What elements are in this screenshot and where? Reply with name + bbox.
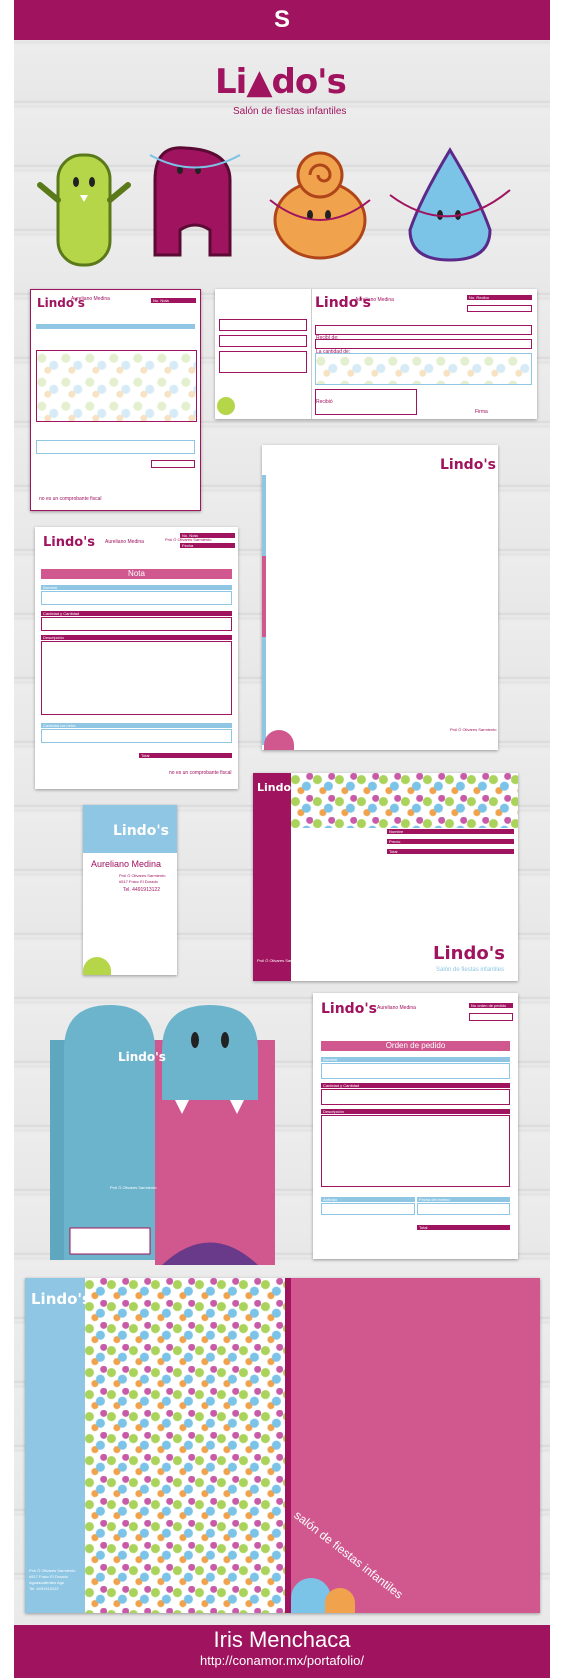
card-monster-icon bbox=[83, 957, 111, 975]
nombre-bar bbox=[36, 324, 195, 329]
nota-no-bar: No. Nota bbox=[180, 533, 235, 538]
recibi-de-box: Recibí de: bbox=[315, 325, 532, 341]
mascots-illustration bbox=[37, 146, 511, 267]
sleeve-tagline: Salón de fiestas infantiles bbox=[436, 967, 505, 973]
stub-divider bbox=[311, 289, 312, 419]
logo-wordmark: Li▲do's bbox=[215, 62, 347, 102]
orden-fecha-evento-box bbox=[417, 1203, 510, 1215]
nota-cantidad-bar: Cantidad y Cantidad bbox=[41, 611, 232, 616]
stub-field-2 bbox=[219, 335, 307, 347]
card-name: Aureliano Medina bbox=[91, 859, 162, 869]
sleeve-address: Pról Ó Olivares Sarmiento bbox=[257, 958, 304, 963]
nota-fecha-bar: Fecha bbox=[180, 543, 235, 548]
portfolio-link[interactable]: http://conamor.mx/portafolio/ bbox=[14, 1653, 550, 1669]
folder-monster-icon-2 bbox=[325, 1588, 355, 1613]
envelope-sleeve: Lindo's Pról Ó Olivares Sarmiento Nombre… bbox=[253, 773, 518, 981]
recibo-contact-name: Aureliano Medina bbox=[355, 297, 394, 303]
s-badge-icon: S bbox=[273, 6, 290, 33]
descripcion-box bbox=[36, 350, 197, 422]
folder-logo: Lindo's bbox=[31, 1290, 91, 1308]
folder-blue-panel bbox=[25, 1278, 85, 1613]
author-name: Iris Menchaca bbox=[213, 1627, 351, 1652]
nota-fiscal-note: no es un comprobante fiscal bbox=[169, 770, 232, 776]
letterhead-logo: Lindo's bbox=[440, 457, 496, 473]
main-logo: Li▲do's Salón de fiestas infantiles bbox=[215, 62, 355, 132]
sheet-contact-name: Aureliano Medina bbox=[71, 296, 110, 302]
footer-bar: Iris Menchaca http://conamor.mx/portafol… bbox=[14, 1625, 550, 1678]
firma-label: Firma bbox=[475, 409, 488, 415]
orange-monster-icon bbox=[269, 151, 371, 260]
business-card: Lindo's Aureliano Medina Pról Ó Olivares… bbox=[83, 805, 177, 975]
folder-spread: Lindo's Pról Ó Olivares Sarmiento #517 Fr… bbox=[25, 1278, 540, 1613]
orden-anticipo-box bbox=[321, 1203, 415, 1215]
envelope-address: Pról Ó Olivares Sarmiento bbox=[110, 1185, 157, 1190]
orden-total-bar: Total bbox=[417, 1225, 510, 1230]
nota-letra-bar: Cantidad con letra bbox=[41, 723, 232, 728]
sleeve-nombre-bar: Nombre bbox=[387, 829, 514, 834]
card-logo: Lindo's bbox=[113, 823, 169, 839]
blue-monster-icon bbox=[389, 147, 511, 262]
cantidad-letra-box bbox=[36, 440, 195, 454]
letterhead-sheet: Lindo's Pról Ó Olivares Sarmiento bbox=[262, 445, 498, 750]
orden-descripcion-bar: Descripción bbox=[321, 1109, 510, 1114]
nota-nombre-bar: Nombre bbox=[41, 585, 232, 590]
orden-fecha-evento-bar: Fecha del evento bbox=[417, 1197, 510, 1202]
green-monster-icon bbox=[37, 153, 131, 267]
top-bar: S bbox=[14, 0, 550, 40]
no-nota-bar: No. Nota bbox=[151, 298, 196, 303]
orden-title: Orden de pedido bbox=[321, 1041, 510, 1051]
letterhead-edge bbox=[262, 475, 266, 745]
recibo-sheet: Lindo's Aureliano Medina No. Recibo Reci… bbox=[215, 289, 537, 419]
orden-pedido-sheet: Lindo's Aureliano Medina No orden de ped… bbox=[313, 993, 518, 1259]
folder-address: Pról Ó Olivares Sarmiento #517 Fracc El D… bbox=[29, 1568, 76, 1591]
sleeve-total-bar: Total bbox=[387, 849, 514, 854]
nota-title: Nota bbox=[41, 569, 232, 579]
purple-monster-icon bbox=[149, 146, 241, 257]
monster-envelope bbox=[50, 1005, 275, 1265]
orden-logo: Lindo's bbox=[321, 1001, 377, 1017]
orden-no-bar: No orden de pedido bbox=[469, 1003, 513, 1008]
orden-cantidad-bar: Cantidad y Cantidad bbox=[321, 1083, 510, 1088]
fecha-box bbox=[467, 305, 532, 312]
sleeve-precio-bar: Precio bbox=[387, 839, 514, 844]
card-address2: #517 Fracc El Dorado bbox=[119, 879, 158, 884]
nota-contact-name: Aureliano Medina bbox=[105, 539, 144, 545]
nota-logo: Lindo's bbox=[43, 535, 95, 550]
nota-letra-box bbox=[41, 729, 232, 743]
orden-anticipo-bar: Anticipo bbox=[321, 1197, 415, 1202]
orden-nombre-box bbox=[321, 1063, 510, 1079]
nota-descripcion-bar: Descripción bbox=[41, 635, 232, 640]
letterhead-monster-icon bbox=[264, 730, 294, 750]
card-address1: Pról Ó Olivares Sarmiento bbox=[119, 873, 166, 878]
folder-pattern-panel bbox=[85, 1278, 285, 1613]
folder-pink-panel bbox=[291, 1278, 540, 1613]
nota-sheet-a: Lindo's Aureliano Medina No. Nota no es … bbox=[30, 289, 201, 511]
nota-sheet-b: Lindo's Aureliano Medina Pról Ó Olivares… bbox=[35, 527, 238, 789]
nota-cantidad-box bbox=[41, 617, 232, 631]
nota-nombre-box bbox=[41, 591, 232, 605]
logo-tagline: Salón de fiestas infantiles bbox=[233, 106, 347, 117]
stub-monster-icon bbox=[217, 397, 235, 415]
stub-field-3 bbox=[219, 351, 307, 373]
recibio-box: Recibió bbox=[315, 389, 417, 415]
total-box bbox=[151, 460, 195, 468]
sleeve-big-logo: Lindo's bbox=[433, 943, 505, 964]
letterhead-contact: Pról Ó Olivares Sarmiento bbox=[450, 727, 497, 732]
concepto-box bbox=[315, 353, 532, 385]
nota-descripcion-box bbox=[41, 641, 232, 715]
no-recibo-bar: No. Recibo bbox=[467, 295, 532, 300]
fiscal-note: no es un comprobante fiscal bbox=[39, 496, 102, 502]
orden-cantidad-box bbox=[321, 1089, 510, 1105]
envelope-logo: Lindo's bbox=[118, 1050, 166, 1064]
sleeve-pattern bbox=[291, 773, 518, 828]
orden-contact-name: Aureliano Medina bbox=[377, 1005, 416, 1011]
sleeve-side-band bbox=[253, 773, 291, 981]
stub-field-1 bbox=[219, 319, 307, 331]
orden-nombre-bar: Nombre bbox=[321, 1057, 510, 1062]
cantidad-box: La cantidad de: bbox=[315, 339, 532, 355]
orden-fecha-box bbox=[469, 1013, 513, 1021]
card-phone: Tel. 4491913122 bbox=[123, 887, 160, 893]
orden-descripcion-box bbox=[321, 1115, 510, 1187]
nota-total-bar: Total bbox=[139, 753, 232, 758]
